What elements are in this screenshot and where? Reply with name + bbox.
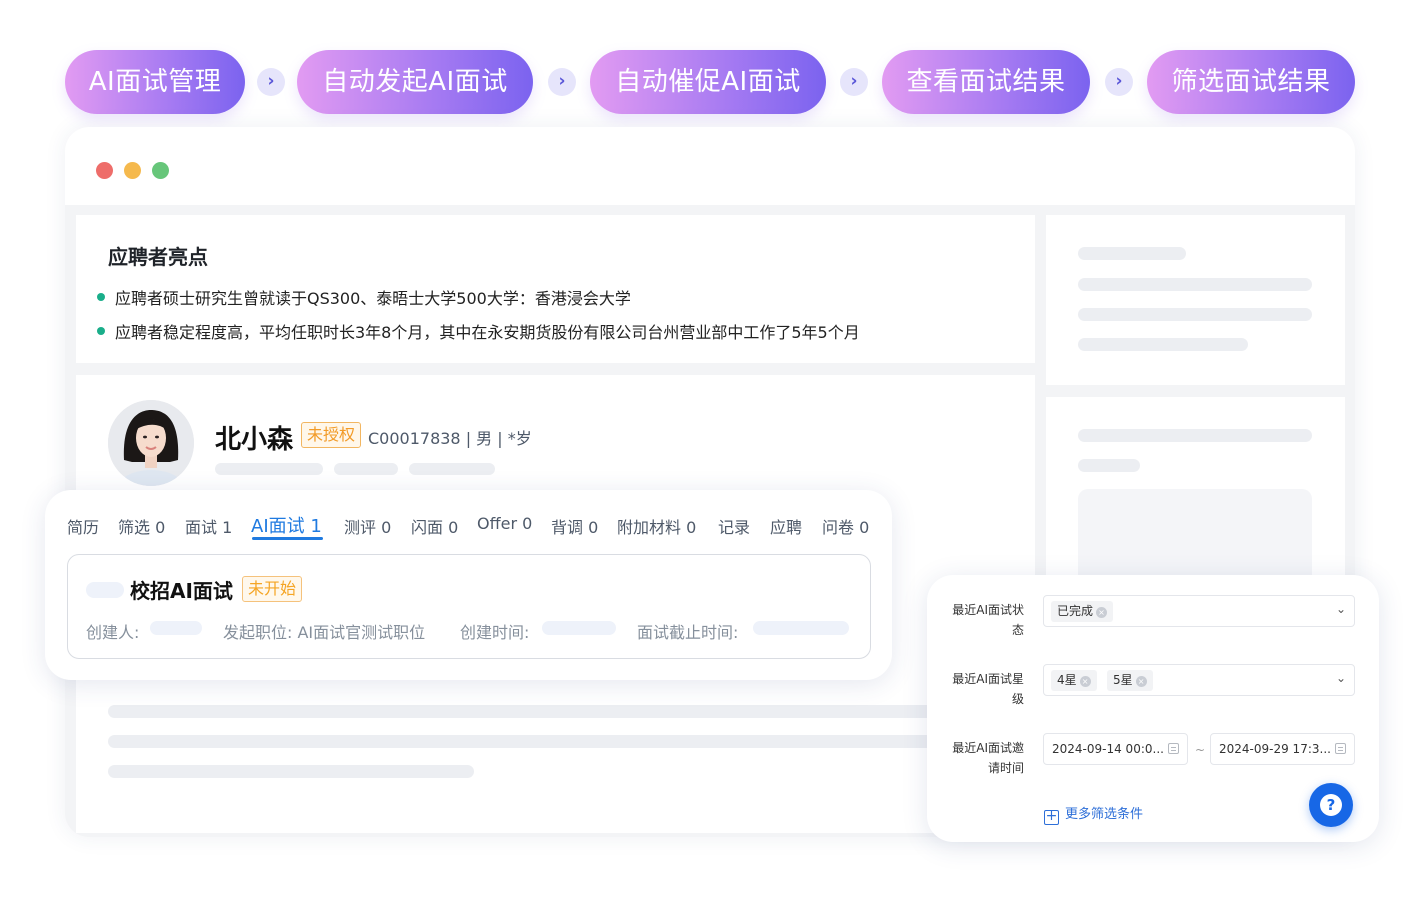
skeleton-line <box>334 463 398 475</box>
skeleton-pill <box>542 621 616 635</box>
workflow-steps: AI面试管理 › 自动发起AI面试 › 自动催促AI面试 › 查看面试结果 › … <box>65 50 1355 114</box>
rating-filter-select[interactable]: 4星 × 5星 × ⌄ <box>1043 664 1355 696</box>
interview-title: 校招AI面试 <box>130 579 233 603</box>
tab-applications[interactable]: 应聘 <box>770 514 802 538</box>
calendar-icon[interactable] <box>1335 743 1346 754</box>
skeleton-line <box>1078 338 1248 351</box>
remove-chip-icon[interactable]: × <box>1079 676 1091 687</box>
help-button[interactable]: ? <box>1309 783 1353 827</box>
tab-records[interactable]: 记录 <box>718 514 750 538</box>
skeleton-line <box>108 735 938 748</box>
chevron-down-icon[interactable]: ⌄ <box>1336 602 1346 616</box>
candidate-meta: C00017838 | 男 | *岁 <box>368 429 532 448</box>
skeleton-line <box>1078 308 1312 321</box>
active-tab-indicator <box>252 537 323 540</box>
highlight-item: 应聘者硕士研究生曾就读于QS300、泰晤士大学500大学：香港浸会大学 <box>97 285 631 309</box>
bullet-dot-icon <box>97 293 105 301</box>
plus-square-icon: + <box>1044 808 1059 825</box>
invite-time-filter-label: 最近AI面试邀请时间 <box>952 741 1024 775</box>
filter-panel: 最近AI面试状态 已完成 × ⌄ 最近AI面试星级 4星 × 5星 × ⌄ 最近AI面… <box>927 575 1379 842</box>
skeleton-line <box>1078 459 1140 472</box>
skeleton-line <box>1078 278 1312 291</box>
chevron-right-icon: › <box>840 68 868 96</box>
chevron-down-icon[interactable]: ⌄ <box>1336 671 1346 685</box>
end-date-input[interactable]: 2024-09-29 17:3... <box>1210 733 1355 765</box>
highlight-text: 应聘者稳定程度高，平均任职时长3年8个月，其中在永安期货股份有限公司台州营业部中… <box>115 323 860 342</box>
tab-assessment[interactable]: 测评 0 <box>344 514 391 538</box>
authorization-status-tag: 未授权 <box>301 422 362 448</box>
rating-filter-label: 最近AI面试星级 <box>952 672 1024 706</box>
status-filter-label: 最近AI面试状态 <box>952 603 1024 637</box>
start-date-input[interactable]: 2024-09-14 00:0... <box>1043 733 1188 765</box>
step-view-results: 查看面试结果 <box>882 50 1090 114</box>
window-minimize-dot[interactable] <box>124 162 141 179</box>
tab-screening[interactable]: 筛选 0 <box>118 514 165 538</box>
tab-interview[interactable]: 面试 1 <box>185 514 232 538</box>
remove-chip-icon[interactable]: × <box>1135 676 1147 687</box>
step-auto-remind: 自动催促AI面试 <box>590 50 826 114</box>
skeleton-line <box>215 463 323 475</box>
start-date-value: 2024-09-14 00:0... <box>1052 742 1164 756</box>
window-titlebar <box>65 127 1355 205</box>
creator-label: 创建人: <box>86 623 140 642</box>
candidate-avatar[interactable] <box>108 400 194 486</box>
skeleton-line <box>108 705 938 718</box>
remove-chip-icon[interactable]: × <box>1096 607 1108 618</box>
window-close-dot[interactable] <box>96 162 113 179</box>
stage: AI面试管理 › 自动发起AI面试 › 自动催促AI面试 › 查看面试结果 › … <box>0 0 1420 900</box>
deadline-label: 面试截止时间: <box>637 623 739 642</box>
tab-offer[interactable]: Offer 0 <box>477 514 532 533</box>
candidate-name: 北小森 <box>215 425 294 455</box>
step-auto-initiate: 自动发起AI面试 <box>297 50 533 114</box>
rating-chip[interactable]: 4星 × <box>1051 670 1097 691</box>
skeleton-block <box>1078 489 1312 589</box>
interview-tabs-panel: 简历 筛选 0 面试 1 AI面试 1 测评 0 闪面 0 Offer 0 背调… <box>45 490 892 680</box>
skeleton-pill <box>753 621 849 635</box>
rating-chip[interactable]: 5星 × <box>1107 670 1153 691</box>
help-icon: ? <box>1320 794 1342 816</box>
highlights-title: 应聘者亮点 <box>108 245 208 269</box>
tab-background-check[interactable]: 背调 0 <box>551 514 598 538</box>
skeleton-pill <box>86 582 124 598</box>
step-ai-interview-management: AI面试管理 <box>65 50 245 114</box>
calendar-icon[interactable] <box>1168 743 1179 754</box>
tab-ai-interview[interactable]: AI面试 1 <box>251 512 322 538</box>
status-chip[interactable]: 已完成 × <box>1051 601 1114 622</box>
end-date-value: 2024-09-29 17:3... <box>1219 742 1331 756</box>
skeleton-line <box>1078 247 1186 260</box>
highlight-text: 应聘者硕士研究生曾就读于QS300、泰晤士大学500大学：香港浸会大学 <box>115 289 631 308</box>
chevron-right-icon: › <box>1105 68 1133 96</box>
skeleton-pill <box>150 621 202 635</box>
status-filter-select[interactable]: 已完成 × ⌄ <box>1043 595 1355 627</box>
more-filters-button[interactable]: + 更多筛选条件 <box>1044 803 1143 825</box>
sidebar-placeholder-card <box>1046 215 1345 385</box>
tab-resume[interactable]: 简历 <box>67 514 99 538</box>
created-time-label: 创建时间: <box>460 623 530 642</box>
chevron-right-icon: › <box>257 68 285 96</box>
bullet-dot-icon <box>97 327 105 335</box>
highlight-item: 应聘者稳定程度高，平均任职时长3年8个月，其中在永安期货股份有限公司台州营业部中… <box>97 319 860 343</box>
step-filter-results: 筛选面试结果 <box>1147 50 1355 114</box>
position-label: 发起职位: AI面试官测试职位 <box>223 623 426 642</box>
ai-interview-record[interactable]: 校招AI面试 未开始 创建人: 发起职位: AI面试官测试职位 创建时间: 面试… <box>67 554 871 659</box>
avatar-portrait-icon <box>108 400 194 486</box>
date-range-separator: ~ <box>1195 743 1206 757</box>
skeleton-line <box>108 765 474 778</box>
window-maximize-dot[interactable] <box>152 162 169 179</box>
skeleton-line <box>1078 429 1312 442</box>
skeleton-line <box>409 463 495 475</box>
tab-questionnaire[interactable]: 问卷 0 <box>822 514 869 538</box>
chevron-right-icon: › <box>548 68 576 96</box>
more-filters-label: 更多筛选条件 <box>1065 807 1144 822</box>
tab-flash-interview[interactable]: 闪面 0 <box>411 514 458 538</box>
interview-status-tag: 未开始 <box>242 576 303 602</box>
tab-attachments[interactable]: 附加材料 0 <box>617 514 696 538</box>
